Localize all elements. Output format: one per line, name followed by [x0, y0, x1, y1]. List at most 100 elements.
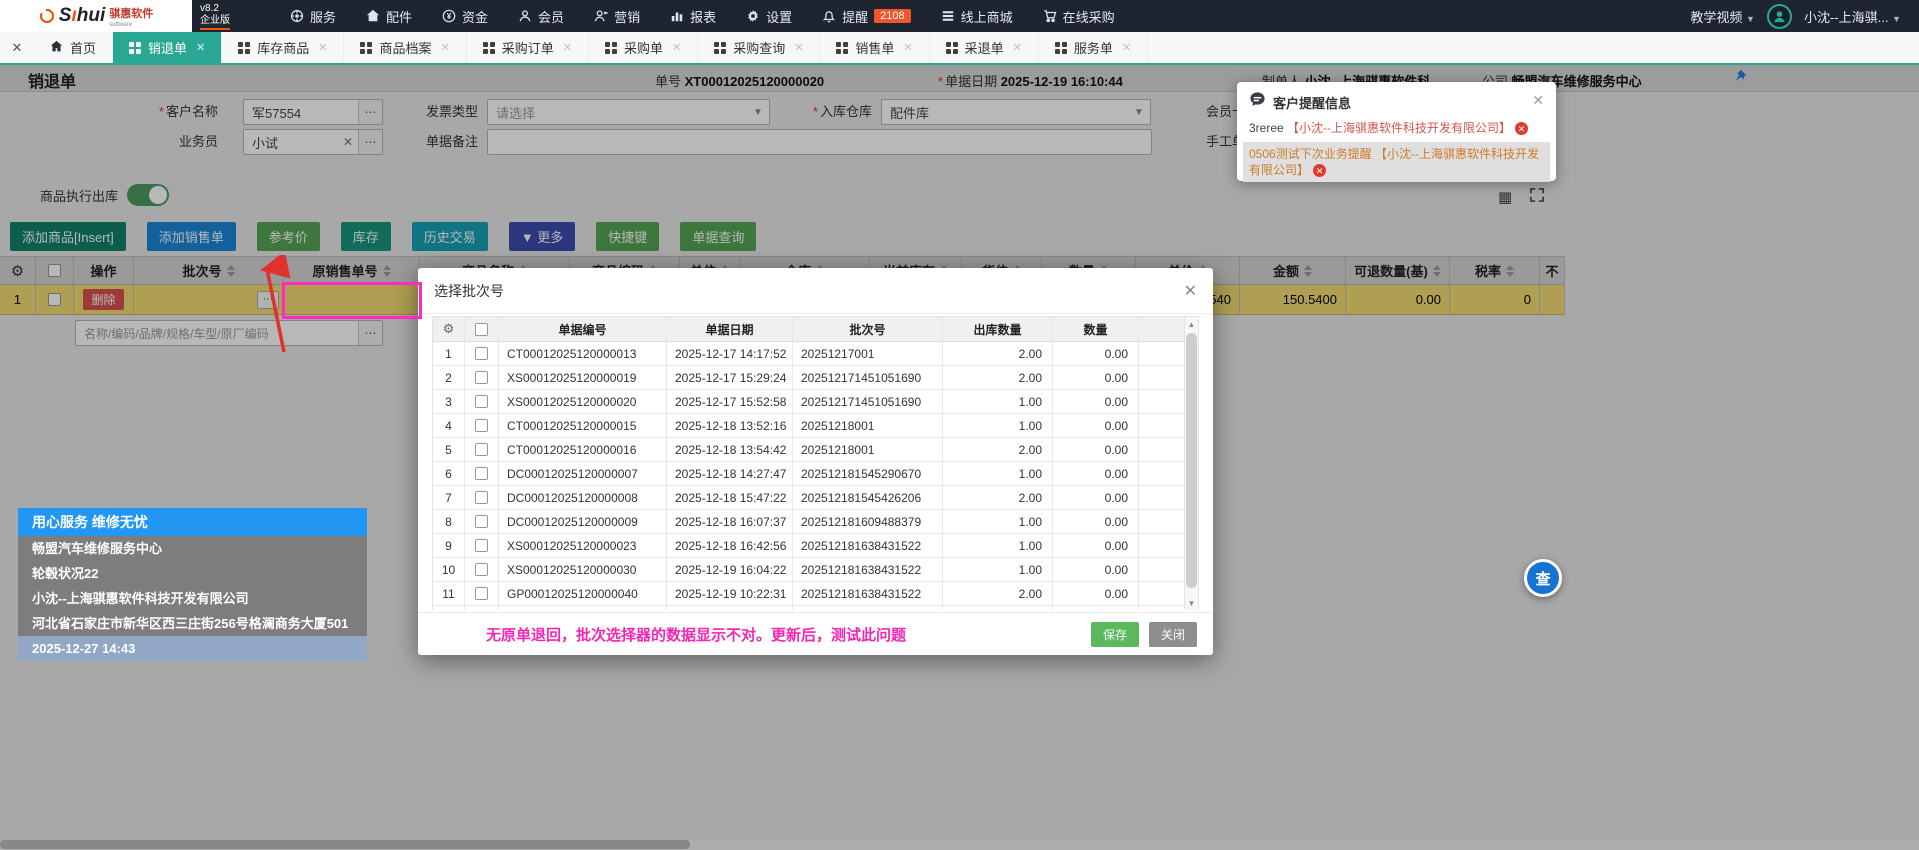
user-avatar[interactable]: [1767, 4, 1792, 29]
dialog-table-row[interactable]: 3XS000120251200000202025-12-17 15:52:582…: [433, 390, 1186, 414]
dialog-column-出库数量: 出库数量: [943, 317, 1053, 341]
tab-close-icon[interactable]: ✕: [1013, 41, 1022, 54]
reminder-delete-icon[interactable]: ✕: [1313, 164, 1326, 177]
dialog-cell: 202512181545426206: [793, 486, 943, 509]
scrollbar-thumb[interactable]: [1186, 333, 1197, 588]
dialog-row-checkbox[interactable]: [475, 395, 488, 408]
dialog-table-row[interactable]: 2XS000120251200000192025-12-17 15:29:242…: [433, 366, 1186, 390]
tab-库存商品[interactable]: 库存商品✕: [222, 32, 344, 63]
dialog-row-checkbox[interactable]: [475, 443, 488, 456]
floating-search-button[interactable]: 查: [1524, 559, 1562, 597]
dialog-cell: 1.00: [943, 606, 1053, 610]
marketing-icon: [594, 9, 608, 23]
dialog-column-单据编号: 单据编号: [499, 317, 667, 341]
close-all-tabs-button[interactable]: ✕: [0, 32, 34, 63]
dialog-select-all-checkbox[interactable]: [475, 323, 488, 336]
menu-item-marketing[interactable]: 营销: [594, 7, 640, 26]
menu-item-label: 会员: [538, 7, 564, 26]
tab-close-icon[interactable]: ✕: [318, 41, 327, 54]
dialog-cell: 10: [433, 558, 465, 581]
dialog-row-checkbox[interactable]: [475, 491, 488, 504]
menu-item-funds[interactable]: ¥资金: [442, 7, 488, 26]
tab-label: 销退单: [148, 38, 187, 57]
menu-item-reminder[interactable]: 提醒2108: [822, 7, 911, 26]
close-button[interactable]: 关闭: [1149, 622, 1197, 647]
tab-采购单[interactable]: 采购单✕: [589, 32, 698, 63]
dialog-table-row[interactable]: 6DC000120251200000072025-12-18 14:27:472…: [433, 462, 1186, 486]
dialog-table-row[interactable]: 1CT000120251200000132025-12-17 14:17:522…: [433, 342, 1186, 366]
menu-item-settings[interactable]: 设置: [746, 7, 792, 26]
info-panel-row: 畅盟汽车维修服务中心: [18, 536, 367, 561]
dialog-close-icon[interactable]: ✕: [1184, 281, 1197, 301]
dialog-scrollbar[interactable]: ▲ ▼: [1184, 317, 1198, 610]
dialog-cell: [1139, 510, 1186, 533]
dialog-row-checkbox[interactable]: [475, 587, 488, 600]
tab-close-icon[interactable]: ✕: [441, 41, 450, 54]
dialog-cell: 2.00: [943, 438, 1053, 461]
dialog-table-row[interactable]: 5CT000120251200000162025-12-18 13:54:422…: [433, 438, 1186, 462]
tab-close-icon[interactable]: ✕: [672, 41, 681, 54]
menu-item-member[interactable]: 会员: [518, 7, 564, 26]
menu-item-purchase[interactable]: 在线采购: [1043, 7, 1115, 26]
dialog-table-row[interactable]: 8DC000120251200000092025-12-18 16:07:372…: [433, 510, 1186, 534]
save-button[interactable]: 保存: [1091, 622, 1139, 647]
grid-icon: [1055, 42, 1067, 54]
dialog-row-checkbox[interactable]: [475, 419, 488, 432]
dialog-table-row[interactable]: 11GP000120251200000402025-12-19 10:22:31…: [433, 582, 1186, 606]
tutorial-video-link[interactable]: 教学视频 ▼: [1690, 7, 1755, 26]
dialog-table-row[interactable]: 4CT000120251200000152025-12-18 13:52:162…: [433, 414, 1186, 438]
dialog-cell: 1.00: [943, 390, 1053, 413]
tab-close-icon[interactable]: ✕: [1122, 41, 1131, 54]
reminder-close-icon[interactable]: ✕: [1532, 92, 1544, 109]
dialog-title: 选择批次号: [434, 281, 504, 301]
dialog-cell: 202512181609488379: [793, 510, 943, 533]
dialog-row-checkbox[interactable]: [475, 515, 488, 528]
tab-服务单[interactable]: 服务单✕: [1039, 32, 1148, 63]
tab-采退单[interactable]: 采退单✕: [930, 32, 1039, 63]
dialog-row-checkbox[interactable]: [475, 347, 488, 360]
logo-sub-text: 骐惠软件: [109, 8, 153, 20]
tab-商品档案[interactable]: 商品档案✕: [344, 32, 466, 63]
tab-close-icon[interactable]: ✕: [903, 41, 912, 54]
dialog-table-row[interactable]: 10XS000120251200000302025-12-19 16:04:22…: [433, 558, 1186, 582]
gear-icon[interactable]: ⚙: [443, 321, 455, 337]
dialog-cell: [465, 582, 499, 605]
dialog-cell: 202512181638431522: [793, 582, 943, 605]
tab-采购订单[interactable]: 采购订单 ✕: [467, 32, 589, 63]
app-logo[interactable]: Sıhui 骐惠软件 software: [0, 0, 192, 32]
tab-label: 采购订单: [502, 38, 554, 57]
menu-item-report[interactable]: 报表: [670, 7, 716, 26]
tab-销退单[interactable]: 销退单 ✕: [113, 32, 222, 63]
tab-close-icon[interactable]: ✕: [196, 41, 205, 54]
menu-item-service[interactable]: 服务: [290, 7, 336, 26]
dialog-cell: DC00012025120000009: [499, 510, 667, 533]
dialog-cell: 1.00: [943, 414, 1053, 437]
tab-close-icon[interactable]: ✕: [563, 41, 572, 54]
menu-item-label: 报表: [690, 7, 716, 26]
dialog-cell: 2025-12-18 15:47:22: [667, 486, 793, 509]
batch-table: ⚙单据编号单据日期批次号出库数量数量1CT0001202512000001320…: [432, 316, 1199, 610]
report-icon: [670, 9, 684, 23]
tab-首页[interactable]: 首页: [34, 32, 113, 63]
tab-销售单[interactable]: 销售单✕: [820, 32, 929, 63]
member-icon: [518, 9, 532, 23]
user-menu[interactable]: 小沈--上海骐... ▼: [1804, 7, 1901, 26]
dialog-row-checkbox[interactable]: [475, 371, 488, 384]
menu-item-mall[interactable]: 线上商城: [941, 7, 1013, 26]
dialog-table-row[interactable]: 7DC000120251200000082025-12-18 15:47:222…: [433, 486, 1186, 510]
reminder-delete-icon[interactable]: ✕: [1515, 122, 1528, 135]
dialog-table-row[interactable]: 9XS000120251200000232025-12-18 16:42:562…: [433, 534, 1186, 558]
dialog-cell: [465, 342, 499, 365]
tab-采购查询[interactable]: 采购查询✕: [698, 32, 820, 63]
dialog-cell: [465, 438, 499, 461]
dialog-row-checkbox[interactable]: [475, 539, 488, 552]
dialog-cell: 20251218001: [793, 414, 943, 437]
dialog-table-row[interactable]: 12WX000120251200000712025-12-19 09:34:19…: [433, 606, 1186, 610]
menu-item-label: 线上商城: [961, 7, 1013, 26]
dialog-row-checkbox[interactable]: [475, 563, 488, 576]
dialog-row-checkbox[interactable]: [475, 467, 488, 480]
shop-info-panel: 用心服务 维修无忧畅盟汽车维修服务中心轮毂状况22小沈--上海骐惠软件科技开发有…: [18, 508, 367, 661]
tab-close-icon[interactable]: ✕: [794, 41, 803, 54]
menu-item-parts[interactable]: 配件: [366, 7, 412, 26]
info-panel-row: 河北省石家庄市新华区西三庄街256号格澜商务大厦501: [18, 611, 367, 636]
